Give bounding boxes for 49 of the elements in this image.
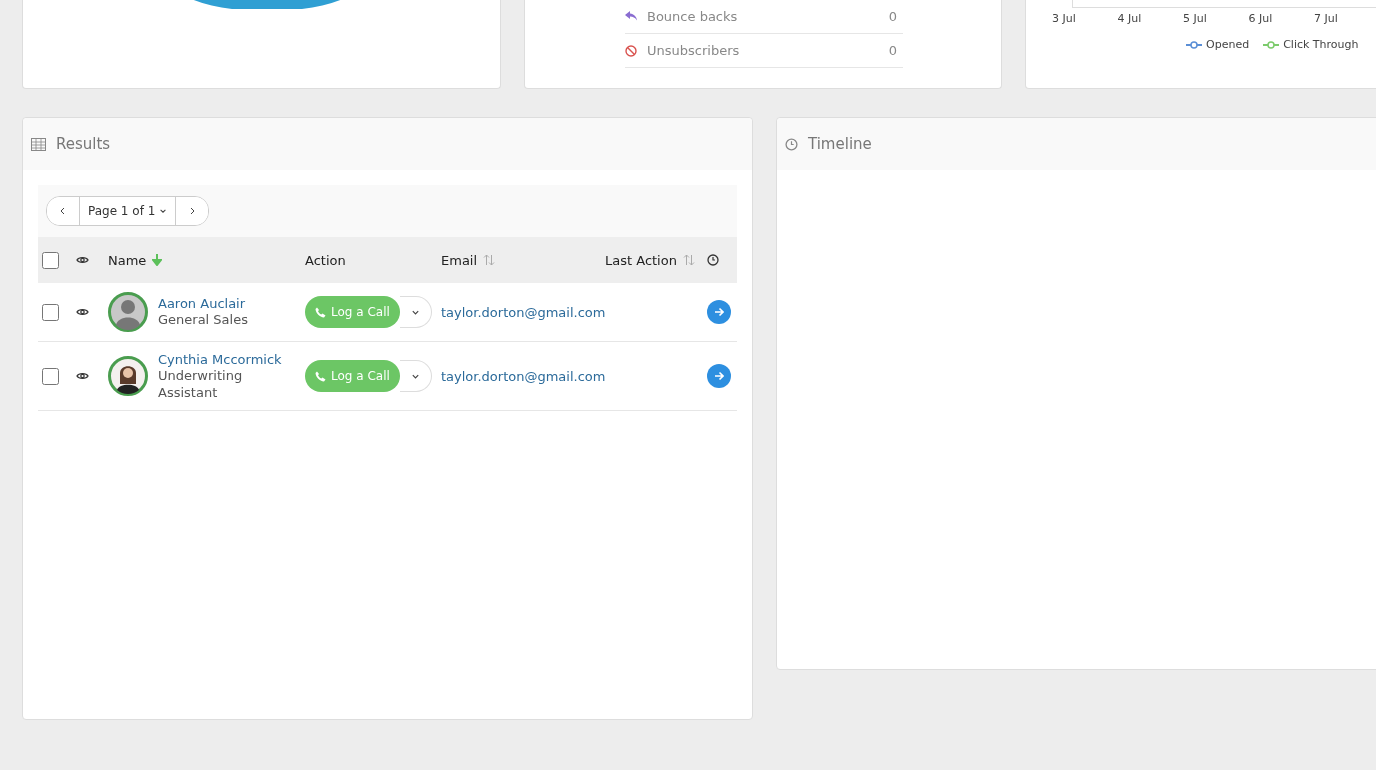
reply-arrow-icon: [625, 11, 637, 22]
clock-icon: [785, 137, 798, 151]
axis-label: 3 Jul: [1052, 12, 1077, 25]
stat-label: Bounce backs: [647, 9, 739, 24]
legend-label: Opened: [1206, 38, 1250, 51]
arrow-right-icon: [714, 307, 724, 317]
stat-label: Unsubscribers: [647, 43, 741, 58]
row-checkbox[interactable]: [42, 303, 59, 321]
contact-name-link[interactable]: Cynthia Mccormick: [158, 351, 283, 367]
column-header[interactable]: Action: [305, 252, 441, 268]
clock-icon: [707, 254, 719, 266]
legend-label: Click Through: [1283, 38, 1359, 51]
contact-name-link[interactable]: Aaron Auclair: [158, 296, 283, 311]
axis-label: 5 Jul: [1183, 12, 1208, 25]
arrow-right-icon: [714, 371, 724, 381]
row-checkbox[interactable]: [42, 367, 59, 385]
prohibited-icon: [625, 44, 637, 57]
avatar: [108, 292, 148, 332]
phone-icon: [315, 306, 326, 318]
page-select[interactable]: Page 1 of 1: [79, 197, 177, 225]
sort-down-icon[interactable]: [152, 254, 163, 266]
contact-role: Underwriting Assistant: [158, 367, 244, 401]
card-title: Results: [56, 135, 111, 153]
stat-value: 0: [888, 43, 897, 58]
column-header[interactable]: Email: [441, 252, 605, 268]
eye-icon[interactable]: [76, 307, 89, 317]
column-header[interactable]: Last Action: [605, 252, 707, 268]
open-button[interactable]: [707, 300, 731, 324]
chevron-right-icon: [188, 207, 197, 215]
card-title: Timeline: [808, 135, 872, 153]
phone-icon: [315, 370, 326, 382]
sort-icon[interactable]: [483, 254, 496, 266]
select-all-checkbox[interactable]: [42, 251, 59, 269]
contact-role: General Sales: [158, 311, 249, 328]
axis-label: 4 Jul: [1117, 12, 1143, 25]
chevron-left-icon: [59, 207, 67, 215]
email-link[interactable]: taylor.dorton@gmail.com: [441, 368, 605, 384]
table-icon: [31, 137, 46, 151]
axis-label: 6 Jul: [1248, 12, 1274, 25]
stat-value: 0: [888, 9, 897, 24]
avatar: [108, 356, 148, 396]
caret-icon: [159, 207, 168, 215]
column-header[interactable]: Name: [108, 252, 305, 268]
email-link[interactable]: taylor.dorton@gmail.com: [441, 304, 605, 320]
eye-icon[interactable]: [76, 255, 89, 265]
eye-icon[interactable]: [76, 371, 89, 381]
axis-label: 7 Jul: [1314, 12, 1339, 25]
open-button[interactable]: [707, 364, 731, 388]
sort-icon[interactable]: [682, 254, 695, 266]
